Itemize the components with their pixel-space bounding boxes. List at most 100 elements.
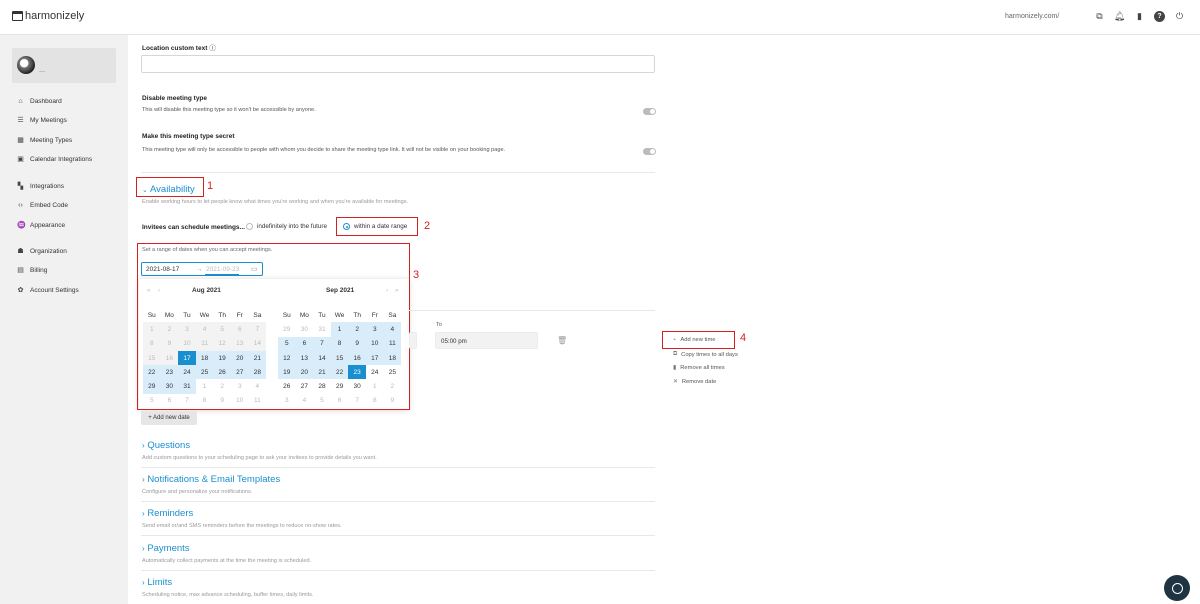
section-limits[interactable]: › Limits [142,577,172,588]
sidebar-item-label: Dashboard [30,98,62,105]
copy-times-button[interactable]: ⧉ Copy times to all days [673,351,738,358]
bell-icon[interactable]: 🔔︎ [1114,11,1125,22]
sidebar-item-organization[interactable]: ☗ Organization [17,248,67,255]
sidebar-item-billing[interactable]: ▤ Billing [17,267,47,274]
home-icon: ⌂ [18,98,23,105]
top-bar: harmonizely harmonizely.com/ ⧉ 🔔︎ ▮ ? ⏻ [0,0,1200,35]
trash-icon[interactable]: 🗑︎ [557,336,567,345]
annotation-number-3: 3 [413,269,420,281]
disable-label: Disable meeting type [142,95,208,102]
to-label: To [436,322,442,328]
sidebar-item-label: Appearance [30,222,66,229]
chat-bubble-icon [1171,582,1183,594]
calendar-logo-icon [12,11,23,21]
section-notifications[interactable]: › Notifications & Email Templates [142,474,280,485]
section-reminders[interactable]: › Reminders [142,508,193,519]
divider [409,310,655,311]
list-icon: ☰ [17,117,24,124]
gear-icon: ✿ [17,287,24,294]
app-logo[interactable]: harmonizely [12,10,84,22]
sidebar-item-appearance[interactable]: ♒ Appearance [17,222,65,229]
divider [141,467,655,468]
sidebar-item-label: Billing [30,267,48,274]
people-icon: ☗ [17,248,24,255]
sidebar: — ⌂ Dashboard ☰ My Meetings ▦ Meeting Ty… [0,35,128,604]
calendar-icon: ▣ [17,156,24,163]
chevron-right-icon: › [142,441,145,450]
option-indefinitely-label[interactable]: indefinitely into the future [257,223,327,231]
chevron-right-icon: › [142,544,145,553]
remove-all-times-button[interactable]: ▮ Remove all times [673,365,725,371]
section-payments-desc: Automatically collect payments at the ti… [142,558,312,564]
divider [141,501,655,502]
location-label: Location custom text ⓘ [142,45,216,52]
sidebar-item-label: Embed Code [30,202,68,209]
chat-icon[interactable]: ▮ [1134,11,1145,22]
sidebar-item-label: Meeting Types [30,137,73,144]
sidebar-item-label: Account Settings [30,287,79,294]
chat-support-button[interactable] [1164,575,1190,601]
section-questions[interactable]: › Questions [142,440,190,451]
section-reminders-desc: Send email or/and SMS reminders before t… [142,523,342,529]
section-limits-desc: Scheduling notice, max advance schedulin… [142,592,314,598]
sidebar-item-my-meetings[interactable]: ☰ My Meetings [17,117,67,124]
puzzle-icon: ▚ [17,183,24,190]
top-icons: ⧉ 🔔︎ ▮ ? ⏻ [1094,11,1185,22]
annotation-box-2 [336,217,418,236]
disable-toggle[interactable] [643,108,656,115]
annotation-number-4: 4 [740,332,747,344]
chevron-right-icon: › [142,509,145,518]
secret-toggle[interactable] [643,148,656,155]
code-icon: ‹› [18,202,23,209]
remove-date-button[interactable]: ✕ Remove date [673,379,716,385]
annotation-box-4 [662,331,735,349]
divider [141,172,655,173]
sidebar-item-label: Organization [30,248,67,255]
to-time-select[interactable]: 05:00 pm [435,332,538,349]
secret-label: Make this meeting type secret [142,133,235,140]
section-notifications-desc: Configure and personalize your notificat… [142,489,253,495]
avatar [17,56,35,74]
chevron-right-icon: › [142,475,145,484]
disable-desc: This will disable this meeting type so i… [142,107,316,113]
profile-name: — [39,69,45,75]
chevron-right-icon: › [142,578,145,587]
sidebar-item-embed-code[interactable]: ‹› Embed Code [17,202,68,209]
power-icon[interactable]: ⏻ [1174,11,1185,22]
sidebar-item-label: My Meetings [30,117,67,124]
divider [141,570,655,571]
copy-icon: ⧉ [673,351,678,357]
secret-desc: This meeting type will only be accessibl… [142,147,506,153]
schedule-label: Invitees can schedule meetings... [142,224,245,231]
right-pane [668,35,1200,604]
help-icon[interactable]: ? [1154,11,1165,22]
trash-icon: ▮ [673,365,677,371]
copy-icon[interactable]: ⧉ [1094,11,1105,22]
to-time-value: 05:00 pm [441,338,467,345]
sidebar-item-label: Integrations [30,183,64,190]
annotation-number-1: 1 [207,180,214,192]
availability-desc: Enable working hours to let people know … [142,199,409,205]
section-questions-desc: Add custom questions to your scheduling … [142,455,377,461]
brush-icon: ♒ [17,222,26,229]
app-name: harmonizely [25,10,85,22]
from-time-field-edge[interactable] [409,332,417,349]
location-input[interactable] [141,55,655,73]
section-payments[interactable]: › Payments [142,543,190,554]
receipt-icon: ▤ [17,267,24,274]
public-url-link[interactable]: harmonizely.com/ [1005,13,1059,20]
annotation-number-2: 2 [424,220,431,232]
add-new-date-button[interactable]: + Add new date [141,411,197,425]
sidebar-item-integrations[interactable]: ▚ Integrations [17,183,64,190]
sidebar-item-calendar-integrations[interactable]: ▣ Calendar Integrations [17,156,92,163]
profile-card[interactable]: — [12,48,116,83]
close-icon: ✕ [673,379,678,385]
annotation-box-3 [137,243,410,410]
grid-icon: ▦ [17,137,24,144]
sidebar-item-account-settings[interactable]: ✿ Account Settings [17,287,79,294]
sidebar-item-dashboard[interactable]: ⌂ Dashboard [17,98,62,105]
info-icon: ⓘ [209,45,216,52]
sidebar-item-meeting-types[interactable]: ▦ Meeting Types [17,137,72,144]
annotation-box-1 [136,177,204,197]
radio-indefinitely[interactable] [246,223,253,230]
